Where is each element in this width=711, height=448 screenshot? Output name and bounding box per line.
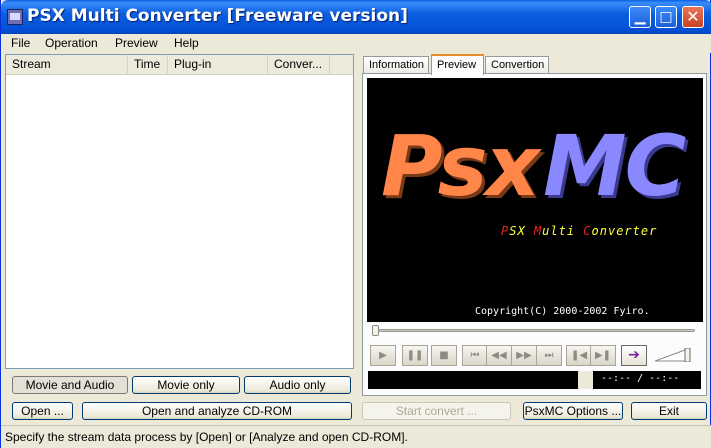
- stream-list-body[interactable]: [6, 75, 353, 368]
- pause-icon: ❚❚: [406, 350, 424, 361]
- stop-button[interactable]: ■: [431, 345, 457, 366]
- column-stream[interactable]: Stream: [6, 55, 128, 74]
- stream-list-header: Stream Time Plug-in Conver...: [6, 55, 353, 75]
- window-title: PSX Multi Converter [Freeware version]: [27, 6, 408, 26]
- time-display-divider: [578, 371, 593, 389]
- app-icon[interactable]: [7, 9, 23, 25]
- app-window: PSX Multi Converter [Freeware version] ▁…: [0, 0, 711, 448]
- minimize-icon: ▁: [634, 9, 646, 25]
- go-arrow-icon: ➔: [628, 347, 640, 363]
- stream-list[interactable]: Stream Time Plug-in Conver...: [5, 54, 354, 369]
- subtitle-letter: C: [583, 224, 592, 238]
- title-bar[interactable]: PSX Multi Converter [Freeware version] ▁…: [1, 0, 711, 34]
- subtitle-word: SX: [509, 224, 534, 238]
- go-button[interactable]: ➔: [621, 345, 647, 366]
- fast-forward-button[interactable]: ▶▶: [511, 345, 537, 366]
- preview-screen: Psx MC PSX Multi Converter Copyright(C) …: [367, 78, 703, 322]
- tab-preview[interactable]: Preview: [431, 54, 484, 75]
- volume-slider[interactable]: [655, 348, 691, 362]
- menu-file[interactable]: File: [11, 36, 30, 50]
- maximize-button[interactable]: □: [655, 6, 677, 28]
- seek-bar-thumb[interactable]: [372, 325, 379, 336]
- seek-bar-track[interactable]: [373, 329, 695, 332]
- column-time[interactable]: Time: [128, 55, 168, 74]
- exit-button[interactable]: Exit: [631, 402, 707, 420]
- start-convert-button[interactable]: Start convert ...: [362, 402, 511, 420]
- skip-end-button[interactable]: ⏭: [536, 345, 562, 366]
- play-icon: ▶: [379, 350, 387, 361]
- movie-and-audio-button[interactable]: Movie and Audio: [12, 376, 128, 394]
- logo-psx-text: Psx: [381, 117, 540, 215]
- pause-button[interactable]: ❚❚: [402, 345, 428, 366]
- step-back-icon: ❚◀: [570, 350, 588, 361]
- volume-thumb[interactable]: [684, 348, 691, 362]
- open-analyze-cdrom-button[interactable]: Open and analyze CD-ROM: [82, 402, 352, 420]
- status-bar: Specify the stream data process by [Open…: [1, 425, 711, 448]
- volume-ramp-icon: [655, 349, 686, 362]
- copyright-text: Copyright(C) 2000-2002 Fyiro.: [475, 306, 650, 317]
- subtitle-letter: P: [501, 224, 510, 238]
- logo-mc-text: MC: [543, 117, 686, 215]
- skip-start-icon: ⏮: [470, 350, 480, 361]
- subtitle-word: ulti: [542, 224, 584, 238]
- menu-bar: File Operation Preview Help: [1, 34, 711, 53]
- step-forward-button[interactable]: ▶❚: [590, 345, 616, 366]
- menu-preview[interactable]: Preview: [115, 36, 158, 50]
- skip-start-button[interactable]: ⏮: [462, 345, 488, 366]
- minimize-button[interactable]: ▁: [629, 6, 651, 28]
- play-button[interactable]: ▶: [370, 345, 396, 366]
- close-button[interactable]: ✕: [682, 6, 704, 28]
- subtitle-word: onverter: [591, 224, 658, 238]
- menu-help[interactable]: Help: [174, 36, 199, 50]
- time-display: --:-- / --:--: [601, 373, 680, 384]
- tab-information[interactable]: Information: [363, 56, 429, 74]
- movie-only-button[interactable]: Movie only: [132, 376, 240, 394]
- step-forward-icon: ▶❚: [594, 350, 612, 361]
- skip-end-icon: ⏭: [544, 350, 554, 361]
- column-convert[interactable]: Conver...: [268, 55, 330, 74]
- rewind-icon: ◀◀: [491, 350, 507, 361]
- open-button[interactable]: Open ...: [12, 402, 73, 420]
- fast-forward-icon: ▶▶: [516, 350, 532, 361]
- column-plugin[interactable]: Plug-in: [168, 55, 268, 74]
- step-back-button[interactable]: ❚◀: [566, 345, 592, 366]
- stop-icon: ■: [439, 350, 449, 361]
- maximize-icon: □: [659, 9, 673, 25]
- psxmc-options-button[interactable]: PsxMC Options ...: [523, 402, 623, 420]
- subtitle-letter: M: [533, 224, 543, 238]
- logo-subtitle: PSX Multi Converter: [501, 224, 657, 238]
- tab-convertion[interactable]: Convertion: [485, 56, 549, 74]
- status-text: Specify the stream data process by [Open…: [5, 430, 408, 444]
- audio-only-button[interactable]: Audio only: [244, 376, 351, 394]
- rewind-button[interactable]: ◀◀: [486, 345, 512, 366]
- close-icon: ✕: [686, 7, 700, 26]
- menu-operation[interactable]: Operation: [45, 36, 98, 50]
